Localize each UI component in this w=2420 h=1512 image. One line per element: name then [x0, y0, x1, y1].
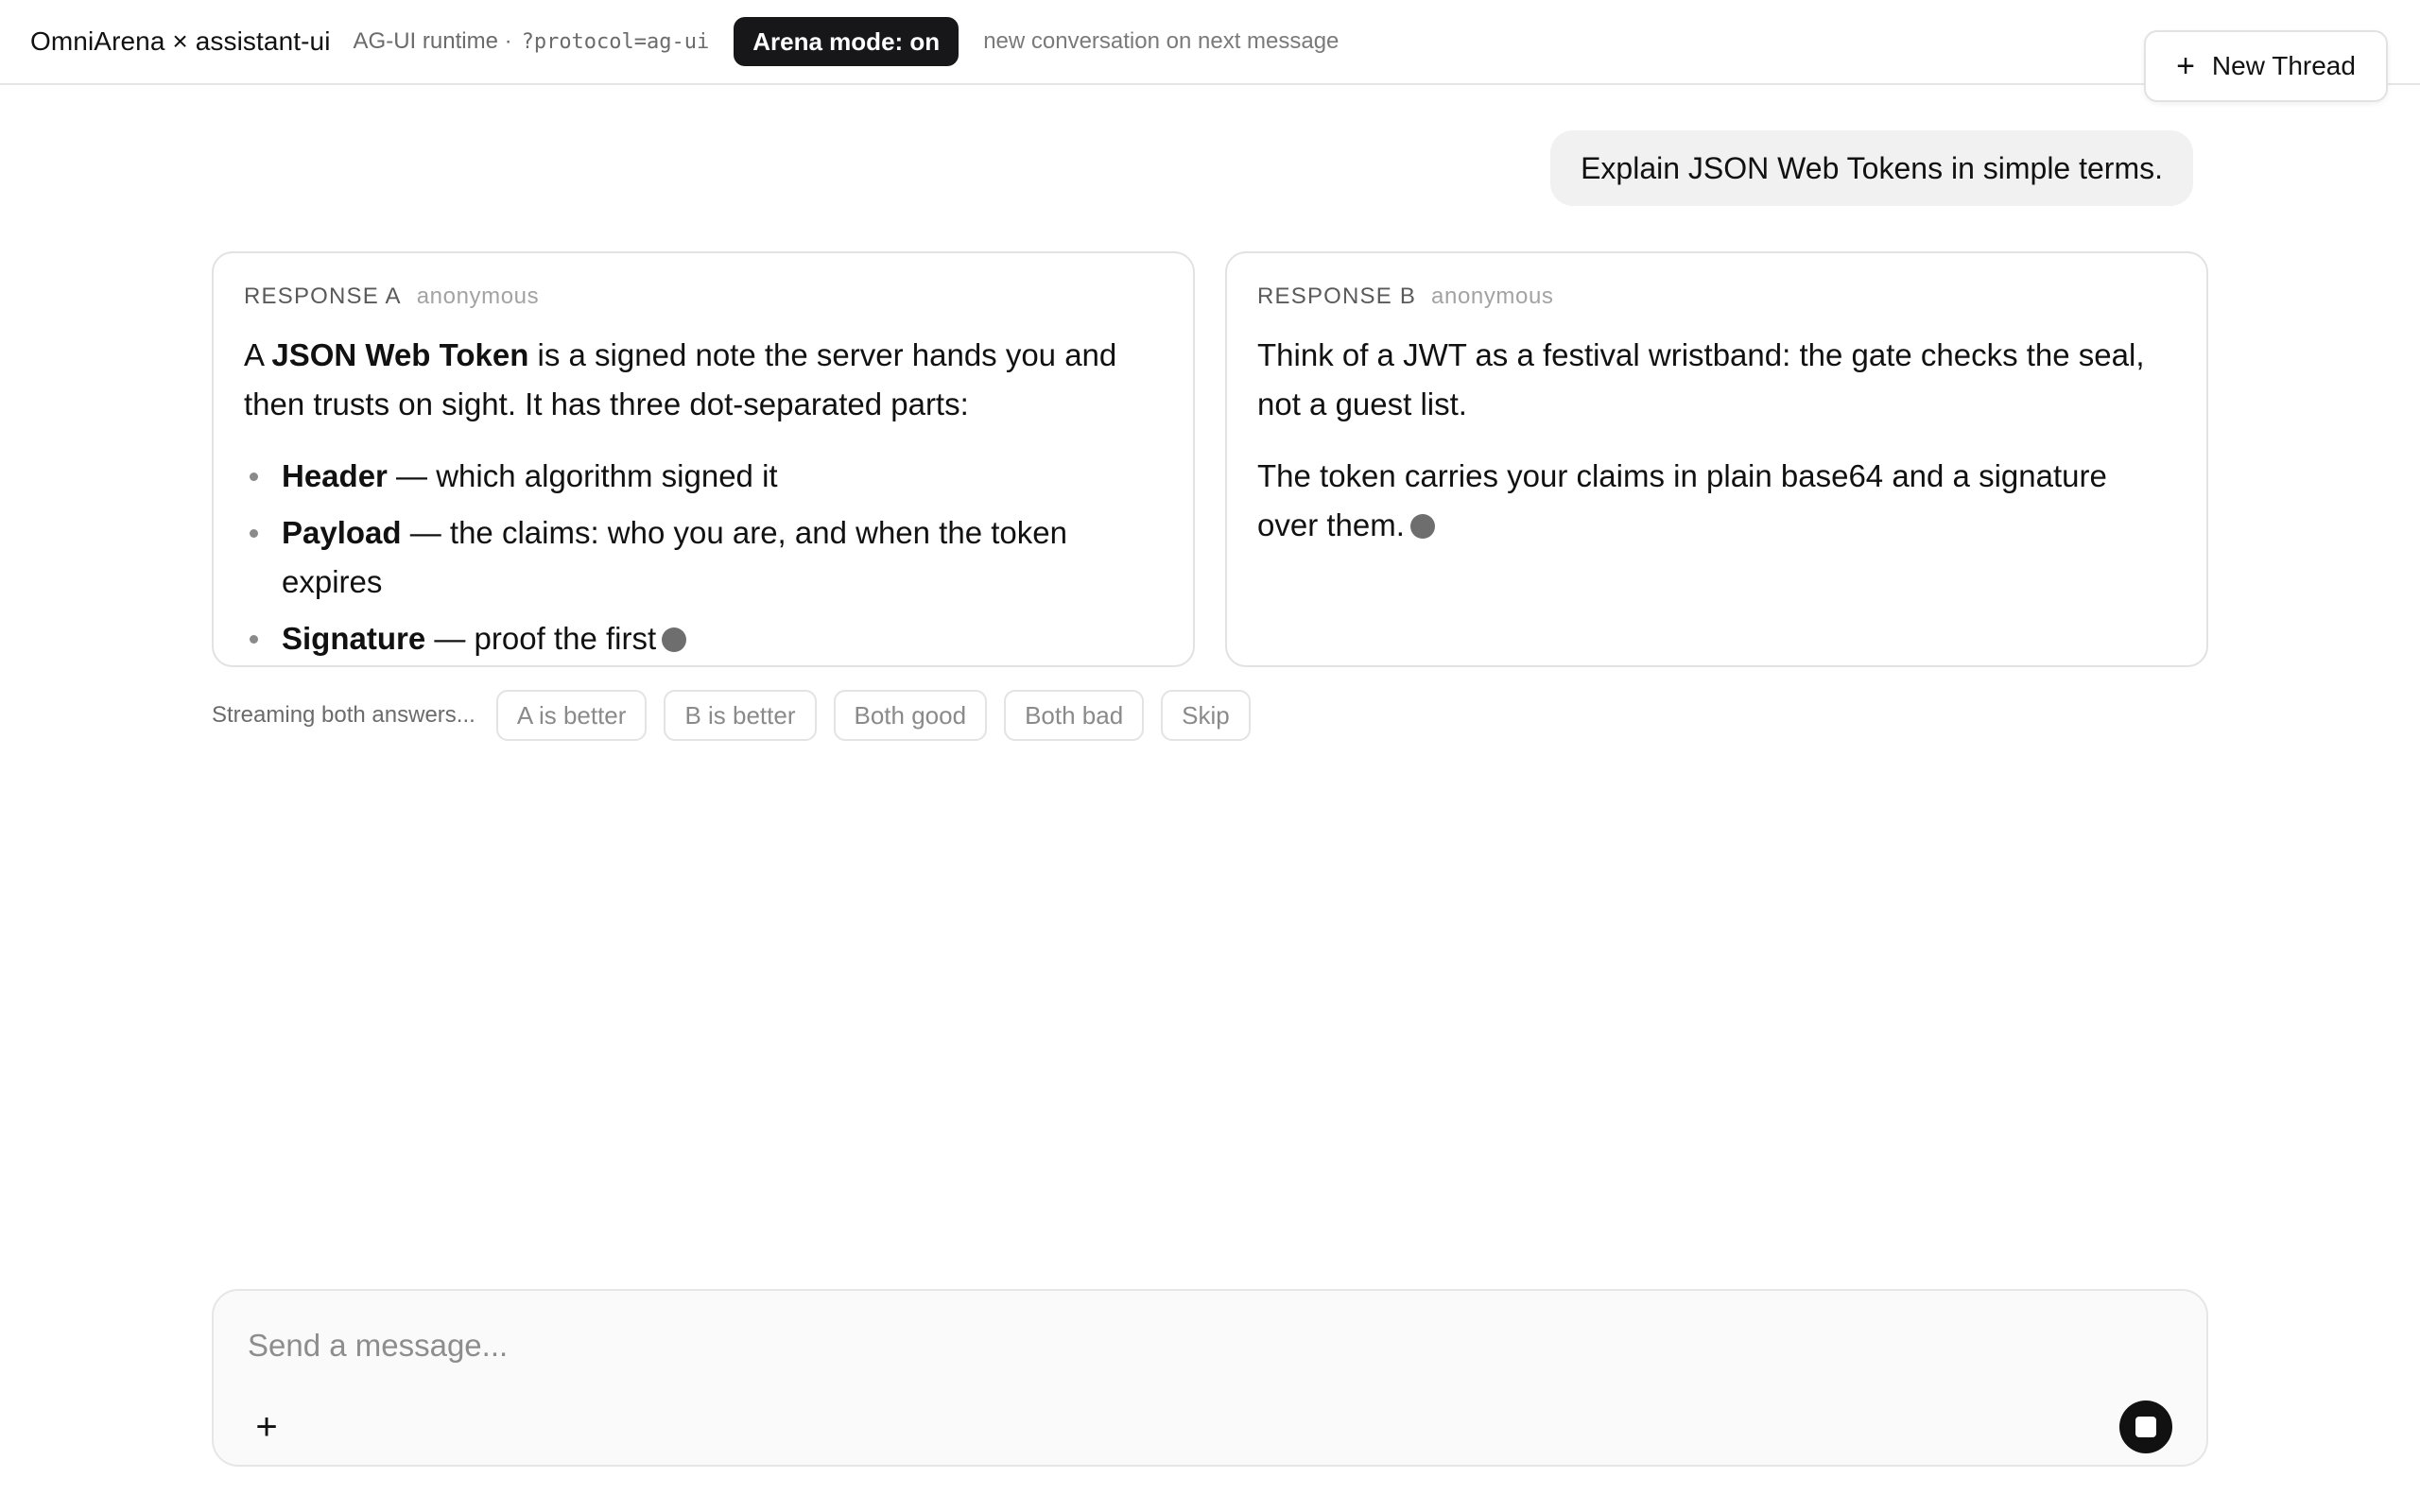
response-a-label: Response A — [244, 284, 402, 309]
list-item-term: Payload — [282, 515, 402, 550]
new-thread-label: New Thread — [2211, 51, 2356, 80]
vote-both-good-button[interactable]: Both good — [833, 690, 988, 741]
composer: + — [212, 1289, 2208, 1467]
list-item-desc: — proof the first — [425, 621, 657, 656]
streaming-cursor-icon — [1409, 514, 1435, 539]
streaming-cursor-icon — [662, 627, 687, 652]
response-b-header: Response B anonymous — [1257, 284, 2176, 310]
new-thread-button[interactable]: + New Thread — [2144, 30, 2388, 102]
top-bar: OmniArena × assistant-ui AG-UI runtime ·… — [0, 0, 2420, 85]
vote-bar: Streaming both answers... A is better B … — [212, 690, 1251, 741]
user-message-text: Explain JSON Web Tokens in simple terms. — [1581, 150, 2163, 185]
list-item-term: Signature — [282, 621, 426, 656]
response-b-para-1: Think of a JWT as a festival wristband: … — [1257, 337, 2145, 421]
response-b-anon: anonymous — [1431, 284, 1554, 309]
response-a-header: Response A anonymous — [244, 284, 1163, 310]
vote-skip-button[interactable]: Skip — [1161, 690, 1251, 741]
vote-both-bad-button[interactable]: Both bad — [1004, 690, 1145, 741]
stop-generation-button[interactable] — [2119, 1400, 2172, 1453]
arena-hint: new conversation on next message — [983, 28, 1340, 54]
response-a-body: A JSON Web Token is a signed note the se… — [244, 331, 1163, 663]
vote-b-better-button[interactable]: B is better — [664, 690, 817, 741]
list-item: Signature — proof the first — [244, 614, 1163, 663]
response-b-label: Response B — [1257, 284, 1417, 309]
response-a-intro: A JSON Web Token is a signed note the se… — [244, 331, 1163, 429]
response-b-card: Response B anonymous Think of a JWT as a… — [1225, 251, 2208, 667]
response-a-anon: anonymous — [416, 284, 540, 309]
vote-a-better-button[interactable]: A is better — [495, 690, 648, 741]
plus-icon: + — [255, 1405, 278, 1448]
stop-icon — [2135, 1417, 2156, 1437]
protocol-param: ?protocol=ag-ui — [521, 30, 710, 54]
add-attachment-button[interactable]: + — [240, 1400, 293, 1453]
user-message-bubble: Explain JSON Web Tokens in simple terms. — [1550, 130, 2193, 206]
list-item: Header — which algorithm signed it — [244, 452, 1163, 501]
response-b-para-2-text: The token carries your claims in plain b… — [1257, 458, 2107, 542]
response-b-para-2: The token carries your claims in plain b… — [1257, 452, 2176, 550]
streaming-status: Streaming both answers... — [212, 702, 475, 728]
runtime-label: AG-UI runtime · — [353, 28, 512, 54]
list-item: Payload — the claims: who you are, and w… — [244, 508, 1163, 607]
message-input[interactable] — [248, 1317, 2044, 1374]
runtime-info: AG-UI runtime · ?protocol=ag-ui — [354, 28, 710, 55]
arena-mode-toggle[interactable]: Arena mode: on — [734, 17, 959, 66]
intro-prefix: A — [244, 337, 272, 372]
response-a-card: Response A anonymous A JSON Web Token is… — [212, 251, 1195, 667]
list-item-desc: — which algorithm signed it — [387, 458, 778, 493]
response-a-list: Header — which algorithm signed it Paylo… — [244, 452, 1163, 663]
intro-bold: JSON Web Token — [271, 337, 529, 372]
response-b-body: Think of a JWT as a festival wristband: … — [1257, 331, 2176, 550]
app-title: OmniArena × assistant-ui — [30, 26, 331, 56]
list-item-term: Header — [282, 458, 388, 493]
plus-icon: + — [2176, 48, 2195, 84]
